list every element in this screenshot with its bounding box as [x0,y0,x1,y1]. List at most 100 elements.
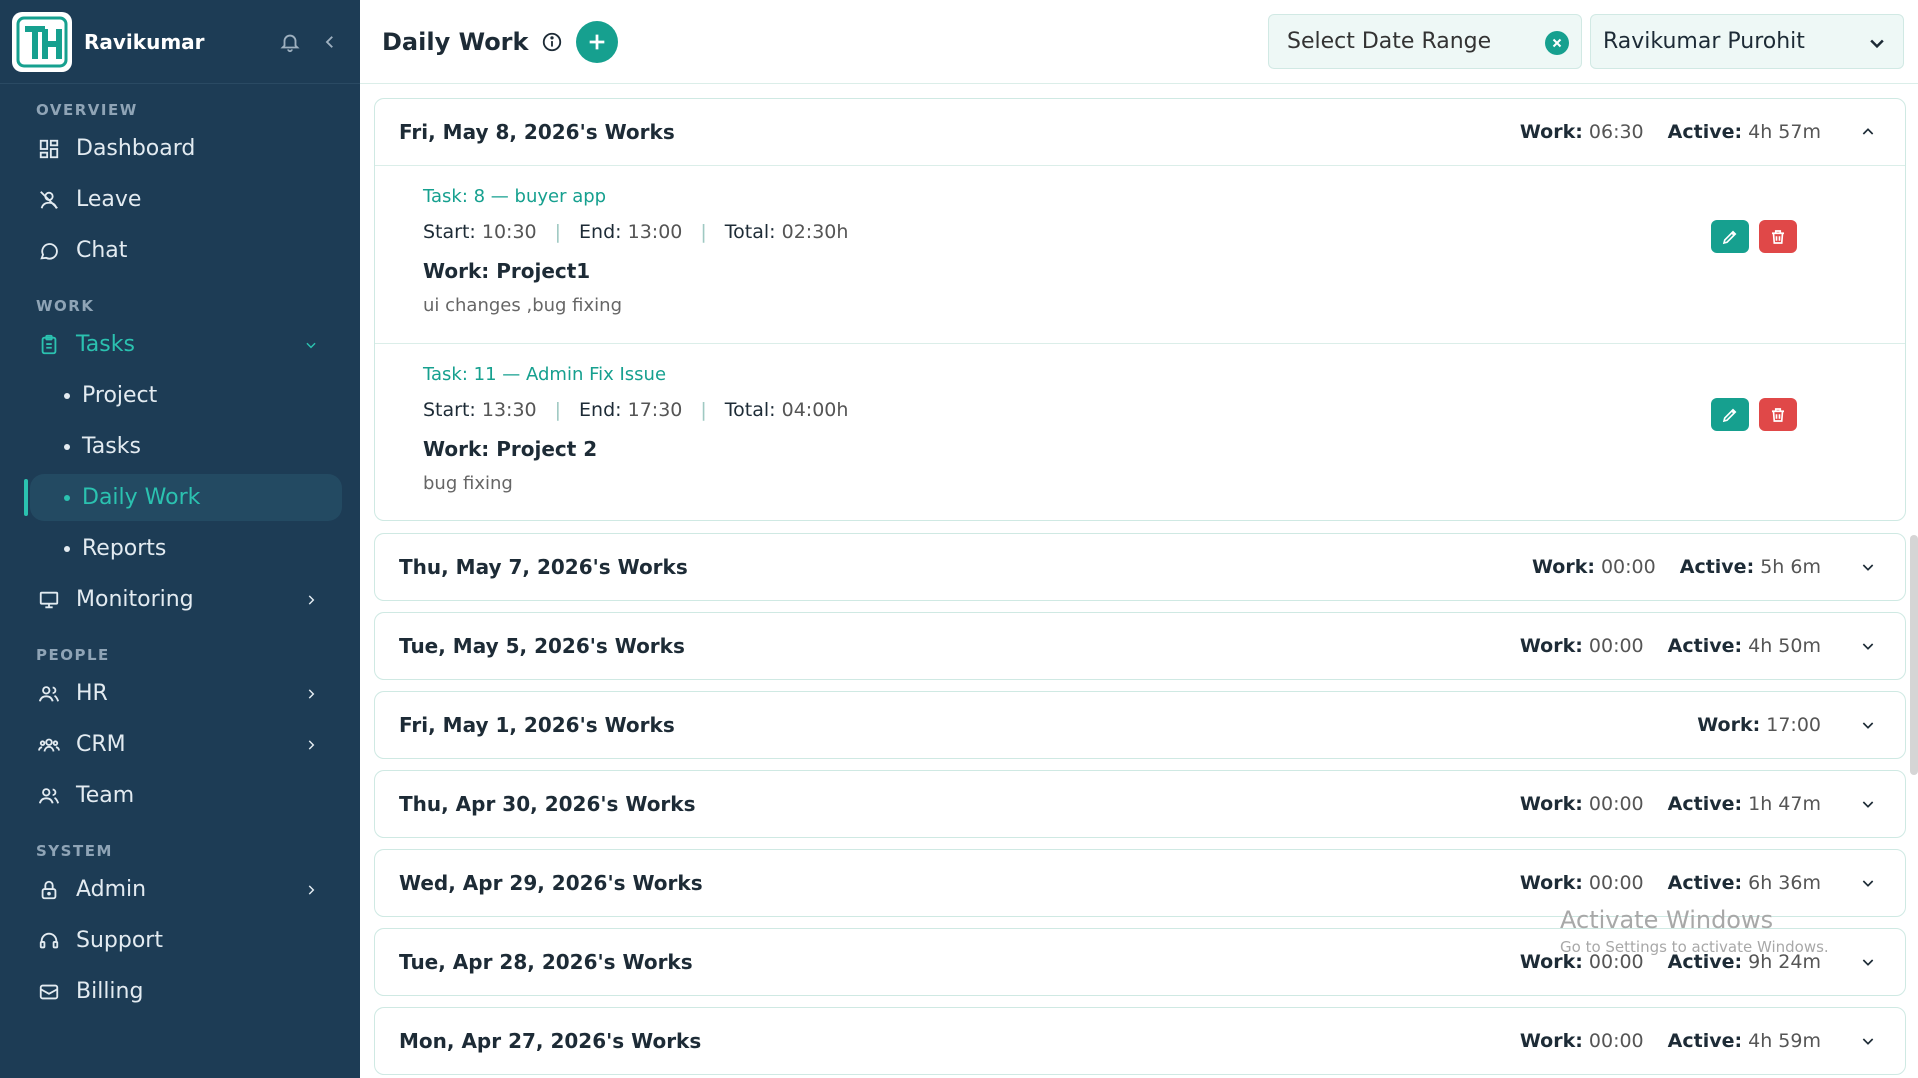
day-card[interactable]: Mon, Apr 27, 2026's Works Work: 00:00 Ac… [374,1007,1906,1075]
day-title: Fri, May 1, 2026's Works [399,713,675,737]
day-body: Task: 8 — buyer app Start: 10:30 | End: … [375,165,1905,520]
sidebar-item-crm[interactable]: CRM [0,719,360,770]
users-icon [36,681,62,707]
sidebar-subitem-reports[interactable]: Reports [0,523,360,574]
day-header[interactable]: Mon, Apr 27, 2026's Works Work: 00:00 Ac… [375,1008,1905,1074]
active-stat: Active: 1h 47m [1667,793,1821,815]
add-work-button[interactable] [576,20,619,63]
clear-date-button[interactable] [1545,31,1569,55]
bullet-icon [64,392,70,399]
sidebar-subitem-tasks[interactable]: Tasks [0,421,360,472]
section-people: PEOPLE [36,646,110,664]
sidebar-item-support[interactable]: Support [0,915,360,966]
sidebar-label: Project [82,383,158,408]
task-link[interactable]: Task: 8 — buyer app [423,186,1905,207]
delete-button[interactable] [1759,398,1797,431]
edit-button[interactable] [1711,398,1749,431]
sidebar-label: Tasks [82,434,141,459]
bullet-icon [64,545,70,552]
sidebar-subitem-project[interactable]: Project [0,370,360,421]
end-time: End: 17:30 [579,399,683,421]
trash-icon [1772,407,1784,422]
sidebar-item-billing[interactable]: Billing [0,966,360,1017]
sidebar-label: Admin [76,877,147,902]
user-select-value: Ravikumar Purohit [1603,29,1805,54]
day-header[interactable]: Tue, May 5, 2026's Works Work: 00:00 Act… [375,613,1905,679]
day-header[interactable]: Fri, May 1, 2026's Works Work: 17:00 [375,692,1905,758]
daily-work-list: Fri, May 8, 2026's Works Work: 06:30 Act… [360,85,1918,1078]
sidebar-item-monitoring[interactable]: Monitoring [0,574,360,625]
sidebar-label: CRM [76,732,126,757]
team-icon [36,783,62,809]
day-header[interactable]: Fri, May 8, 2026's Works Work: 06:30 Act… [375,99,1905,165]
sidebar-label: Leave [76,187,142,212]
day-card[interactable]: Tue, May 5, 2026's Works Work: 00:00 Act… [374,612,1906,680]
task-link[interactable]: Task: 11 — Admin Fix Issue [423,364,1905,385]
sidebar-item-tasks[interactable]: Tasks [0,319,360,370]
chevron-down-icon[interactable] [1857,951,1879,973]
day-card[interactable]: Tue, Apr 28, 2026's Works Work: 00:00 Ac… [374,928,1906,996]
day-title: Thu, May 7, 2026's Works [399,555,688,579]
sidebar-item-hr[interactable]: HR [0,668,360,719]
chevron-down-icon[interactable] [1857,635,1879,657]
chevron-down-icon[interactable] [1857,1030,1879,1052]
day-card[interactable]: Fri, May 1, 2026's Works Work: 17:00 [374,691,1906,759]
work-stat: Work: 00:00 [1531,556,1656,578]
day-card[interactable]: Thu, May 7, 2026's Works Work: 00:00 Act… [374,533,1906,601]
chevron-down-icon[interactable] [1857,872,1879,894]
sidebar-label: Daily Work [82,485,201,510]
sidebar-label: Billing [76,979,144,1004]
sidebar-label: HR [76,681,108,706]
close-icon [1552,38,1562,48]
sidebar-item-dashboard[interactable]: Dashboard [0,123,360,174]
task-actions [1711,220,1797,253]
day-header[interactable]: Thu, Apr 30, 2026's Works Work: 00:00 Ac… [375,771,1905,837]
total-time: Total: 02:30h [724,221,849,243]
task-times: Start: 10:30 | End: 13:00 | Total: 02:30… [423,221,849,243]
collapse-sidebar-icon[interactable] [312,24,348,60]
chevron-down-icon[interactable] [1857,793,1879,815]
active-stat: Active: 4h 50m [1667,635,1821,657]
dashboard-icon [36,136,62,162]
page-title: Daily Work [382,27,529,56]
task-actions [1711,398,1797,431]
chevron-right-icon [302,881,320,899]
bullet-icon [64,443,70,450]
monitor-icon [36,587,62,613]
day-header[interactable]: Thu, May 7, 2026's Works Work: 00:00 Act… [375,534,1905,600]
sidebar-item-team[interactable]: Team [0,770,360,821]
info-icon[interactable] [540,30,564,54]
sidebar-item-admin[interactable]: Admin [0,864,360,915]
start-time: Start: 10:30 [423,221,537,243]
bell-icon[interactable] [272,24,308,60]
chevron-down-icon[interactable] [1857,556,1879,578]
day-title: Wed, Apr 29, 2026's Works [399,871,703,895]
sidebar-item-chat[interactable]: Chat [0,225,360,276]
edit-button[interactable] [1711,220,1749,253]
day-header[interactable]: Wed, Apr 29, 2026's Works Work: 00:00 Ac… [375,850,1905,916]
delete-button[interactable] [1759,220,1797,253]
chevron-down-icon[interactable] [1857,714,1879,736]
pencil-icon [1722,230,1737,244]
sidebar-item-leave[interactable]: Leave [0,174,360,225]
sidebar-label: Team [76,783,135,808]
bullet-icon [64,494,70,501]
chevron-up-icon[interactable] [1857,121,1879,143]
day-title: Fri, May 8, 2026's Works [399,120,675,144]
day-card[interactable]: Thu, Apr 30, 2026's Works Work: 00:00 Ac… [374,770,1906,838]
date-range-placeholder: Select Date Range [1287,29,1492,54]
lock-icon [36,877,62,903]
sidebar-subitem-daily-work[interactable]: Daily Work [0,472,360,523]
work-description: ui changes ,bug fixing [423,295,623,316]
brand-name: Ravikumar [84,29,205,54]
date-range-input[interactable]: Select Date Range [1268,14,1582,69]
day-title: Tue, May 5, 2026's Works [399,634,685,658]
chevron-down-icon [1867,33,1887,53]
user-select[interactable]: Ravikumar Purohit [1590,14,1904,69]
day-card[interactable]: Wed, Apr 29, 2026's Works Work: 00:00 Ac… [374,849,1906,917]
brand-logo[interactable] [12,11,72,72]
chevron-down-icon [302,336,320,354]
day-header[interactable]: Tue, Apr 28, 2026's Works Work: 00:00 Ac… [375,929,1905,995]
scrollbar-thumb[interactable] [1910,535,1918,775]
brand-header: Ravikumar [0,0,360,84]
